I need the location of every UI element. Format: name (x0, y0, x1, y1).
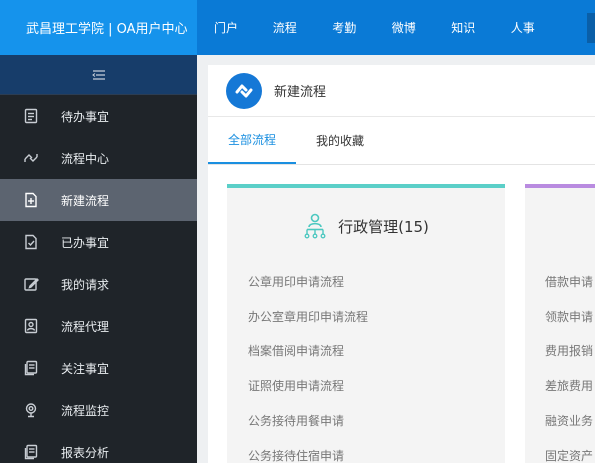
report-icon (22, 443, 40, 461)
sidebar-item-new-workflow[interactable]: 新建流程 (0, 179, 197, 221)
workflow-link[interactable]: 证照使用申请流程 (248, 368, 505, 403)
sidebar-item-label: 已办事宜 (61, 235, 110, 250)
sidebar-item-label: 待办事宜 (61, 109, 110, 124)
card-title: 行政管理(15) (338, 217, 429, 236)
workflow-link[interactable]: 借款申请 (545, 264, 595, 299)
sidebar-item-done[interactable]: 已办事宜 (0, 221, 197, 263)
tab-my-favorites[interactable]: 我的收藏 (296, 117, 384, 164)
workflow-link[interactable]: 档案借阅申请流程 (248, 334, 505, 369)
sidebar-item-label: 新建流程 (61, 193, 110, 208)
card-item-list: 借款申请 领款申请 费用报销 差旅费用 融资业务 固定资产 (525, 188, 595, 463)
sidebar-item-todo[interactable]: 待办事宜 (0, 95, 197, 137)
main-panel: 新建流程 全部流程 我的收藏 行政管理(15) 公章用印申请流程 办公室章用印申… (208, 65, 595, 463)
main-area: 新建流程 全部流程 我的收藏 行政管理(15) 公章用印申请流程 办公室章用印申… (197, 55, 595, 463)
nav-item-workflow[interactable]: 流程 (255, 0, 315, 55)
menu-collapse-icon (91, 69, 105, 80)
done-icon (22, 233, 40, 251)
sidebar-item-label: 流程监控 (61, 403, 110, 418)
card-admin-management: 行政管理(15) 公章用印申请流程 办公室章用印申请流程 档案借阅申请流程 证照… (227, 184, 505, 463)
sidebar-item-report[interactable]: 报表分析 (0, 431, 197, 463)
workflow-link[interactable]: 办公室章用印申请流程 (248, 299, 505, 334)
monitor-icon (22, 401, 40, 419)
workflow-icon (22, 149, 40, 167)
card-finance: 借款申请 领款申请 费用报销 差旅费用 融资业务 固定资产 (525, 184, 595, 463)
brand-title[interactable]: 武昌理工学院 | OA用户中心 (0, 0, 197, 55)
workflow-link[interactable]: 差旅费用 (545, 368, 595, 403)
top-bar: 武昌理工学院 | OA用户中心 门户 流程 考勤 微博 知识 人事 (0, 0, 595, 55)
card-item-list: 公章用印申请流程 办公室章用印申请流程 档案借阅申请流程 证照使用申请流程 公务… (227, 264, 505, 463)
org-tree-icon (304, 213, 326, 239)
edit-icon (22, 275, 40, 293)
sidebar-item-my-requests[interactable]: 我的请求 (0, 263, 197, 305)
sidebar-item-label: 我的请求 (61, 277, 110, 292)
nav-more-edge[interactable] (587, 13, 595, 43)
nav-item-portal[interactable]: 门户 (197, 0, 255, 55)
workflow-link[interactable]: 融资业务 (545, 403, 595, 438)
tab-bar: 全部流程 我的收藏 (208, 117, 595, 165)
workflow-link[interactable]: 费用报销 (545, 334, 595, 369)
workflow-link[interactable]: 领款申请 (545, 299, 595, 334)
workflow-logo-icon (226, 72, 262, 109)
sidebar-item-label: 关注事宜 (61, 361, 110, 376)
sidebar-item-label: 流程代理 (61, 319, 110, 334)
sidebar-item-monitor[interactable]: 流程监控 (0, 389, 197, 431)
workflow-link[interactable]: 固定资产 (545, 438, 595, 463)
workflow-link[interactable]: 公务接待住宿申请 (248, 438, 505, 463)
top-nav: 门户 流程 考勤 微博 知识 人事 (197, 0, 553, 55)
sidebar-item-agent[interactable]: 流程代理 (0, 305, 197, 347)
workflow-cards: 行政管理(15) 公章用印申请流程 办公室章用印申请流程 档案借阅申请流程 证照… (208, 166, 595, 463)
new-doc-icon (22, 191, 40, 209)
follow-icon (22, 359, 40, 377)
agent-icon (22, 317, 40, 335)
sidebar-item-label: 流程中心 (61, 151, 110, 166)
sidebar-collapse-toggle[interactable] (0, 55, 197, 95)
todo-icon (22, 107, 40, 125)
page-title: 新建流程 (274, 85, 327, 100)
workflow-link[interactable]: 公章用印申请流程 (248, 264, 505, 299)
card-header: 行政管理(15) (227, 188, 505, 264)
nav-item-knowledge[interactable]: 知识 (434, 0, 494, 55)
sidebar-item-follow[interactable]: 关注事宜 (0, 347, 197, 389)
sidebar-item-label: 报表分析 (61, 445, 110, 460)
sidebar-item-workflow-center[interactable]: 流程中心 (0, 137, 197, 179)
nav-item-weibo[interactable]: 微博 (374, 0, 434, 55)
page-header: 新建流程 (208, 65, 595, 117)
nav-item-attendance[interactable]: 考勤 (315, 0, 375, 55)
workflow-link[interactable]: 公务接待用餐申请 (248, 403, 505, 438)
sidebar: 待办事宜 流程中心 新建流程 已办事宜 我的请求 流程代理 关注事宜 流程监控 … (0, 55, 197, 463)
tab-all-workflows[interactable]: 全部流程 (208, 117, 297, 164)
nav-item-hr[interactable]: 人事 (493, 0, 553, 55)
